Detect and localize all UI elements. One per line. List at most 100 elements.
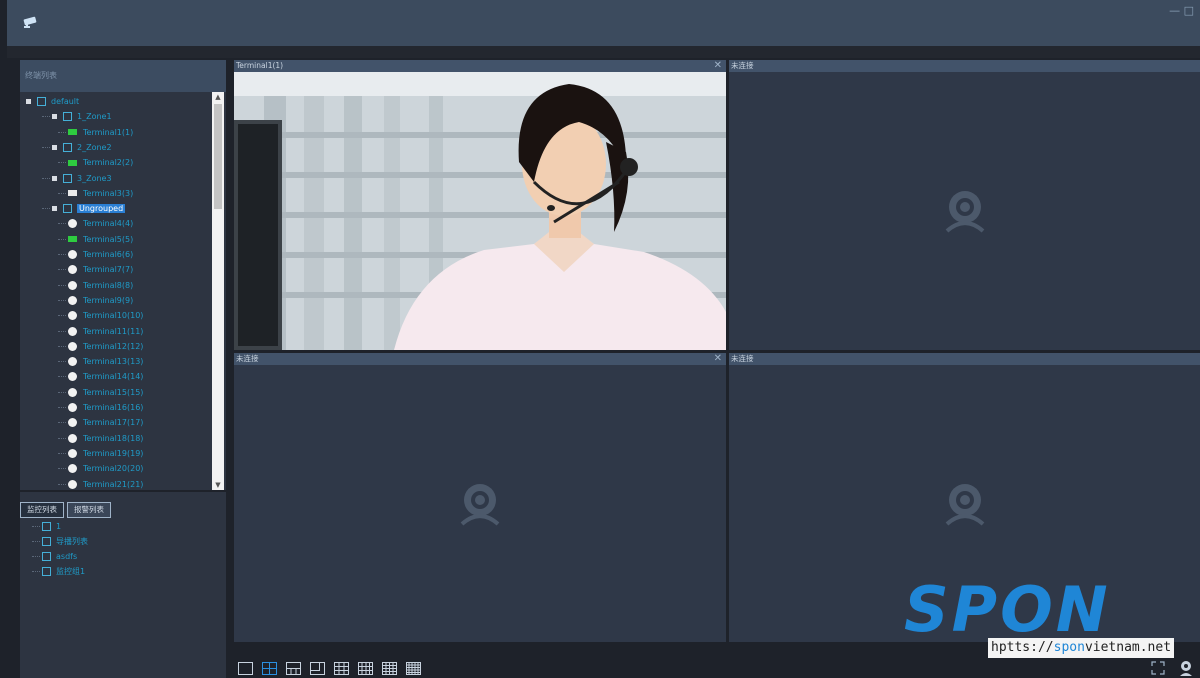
fullscreen-icon[interactable] [1150,660,1166,676]
scroll-up-icon[interactable]: ▲ [212,92,224,102]
layout-1x1-icon[interactable] [238,662,253,675]
tree-connector [58,345,66,347]
monitor-group-item[interactable]: 1 [32,520,88,535]
tree-terminal[interactable]: Terminal10(10) [58,309,143,323]
video-frame-image [234,72,726,350]
tree-connector [58,468,66,470]
tree-terminal[interactable]: Terminal16(16) [58,401,143,415]
offline-terminal-icon [68,433,77,443]
tab-monitor-list[interactable]: 监控列表 [20,502,64,518]
expand-toggle-icon[interactable] [26,99,31,104]
expand-toggle-icon[interactable] [52,175,57,181]
layout-1-plus-3-icon[interactable] [286,662,301,675]
tree-terminal[interactable]: Terminal4(4) [58,217,133,231]
close-icon[interactable]: ✕ [714,60,722,72]
tree-connector [32,556,40,557]
tree-label: Terminal15(15) [83,387,144,397]
scroll-thumb[interactable] [214,104,222,209]
pane-title: 未连接 [236,354,259,363]
scroll-down-icon[interactable]: ▼ [212,480,224,490]
tree-connector [32,526,40,527]
tree-label: Terminal20(20) [83,464,144,474]
layout-1-plus-5-icon[interactable] [310,662,325,675]
tree-connector [42,146,50,148]
tree-terminal[interactable]: Terminal5(5) [58,233,133,247]
expand-toggle-icon[interactable] [52,206,57,212]
offline-terminal-icon [68,448,77,458]
tree-terminal[interactable]: Terminal15(15) [58,386,143,400]
tree-group[interactable]: default [26,95,79,109]
tree-terminal[interactable]: Terminal8(8) [58,279,133,293]
tree-group[interactable]: 3_Zone3 [42,172,112,186]
video-pane-1[interactable]: Terminal1(1) ✕ [234,60,726,350]
offline-terminal-icon [68,479,77,489]
folder-icon [37,97,46,106]
window-controls[interactable]: — □ [1169,4,1194,17]
group-label: asdfs [56,552,78,561]
tree-label: Terminal21(21) [83,479,144,489]
folder-icon [42,552,51,561]
offline-terminal-icon [68,341,77,351]
folder-icon [63,142,72,152]
tree-terminal[interactable]: Terminal18(18) [58,432,143,446]
offline-terminal-icon [68,250,77,259]
tree-group[interactable]: Ungrouped [42,202,126,216]
folder-icon [63,204,72,214]
tree-terminal[interactable]: Terminal2(2) [58,156,133,170]
tree-terminal[interactable]: Terminal12(12) [58,340,143,354]
tree-terminal[interactable]: Terminal17(17) [58,416,143,430]
offline-terminal-icon [68,280,77,290]
tree-terminal[interactable]: Terminal20(20) [58,462,143,476]
pane-title: 未连接 [731,61,754,70]
tree-label: Terminal12(12) [83,341,144,351]
tree-scrollbar[interactable]: ▲ ▼ [212,92,224,490]
tree-terminal[interactable]: Terminal6(6) [58,248,133,262]
monitor-group-item[interactable]: 监控组1 [32,565,88,580]
offline-terminal-icon [68,418,77,428]
layout-5x5-icon[interactable] [406,662,421,675]
monitor-group-item[interactable]: asdfs [32,550,88,565]
tree-group[interactable]: 2_Zone2 [42,141,112,155]
layout-1-plus-12-icon[interactable] [358,662,373,675]
layout-2x2-icon[interactable] [262,662,277,675]
user-icon[interactable] [1178,660,1194,676]
camera-icon [68,190,77,197]
tree-terminal[interactable]: Terminal3(3) [58,187,133,201]
camera-icon [68,159,77,166]
pane-title: Terminal1(1) [236,61,284,70]
camera-placeholder-icon [460,483,500,526]
tree-connector [32,541,40,542]
video-pane-2[interactable]: 未连接 [729,60,1200,350]
tree-terminal[interactable]: Terminal7(7) [58,263,133,277]
tree-connector [58,269,66,271]
url-prefix: hptts:// [991,640,1054,655]
tree-terminal[interactable]: Terminal21(21) [58,478,143,491]
tree-terminal[interactable]: Terminal9(9) [58,294,133,308]
tree-label: 2_Zone2 [77,142,112,152]
tree-connector [42,116,50,118]
tree-terminal[interactable]: Terminal19(19) [58,447,143,461]
tree-connector [32,571,40,572]
camera-placeholder-icon [945,483,984,526]
tab-alarm-list[interactable]: 报警列表 [67,502,111,518]
tree-label: Terminal6(6) [83,250,134,259]
expand-toggle-icon[interactable] [52,144,57,150]
expand-toggle-icon[interactable] [52,114,57,120]
layout-3x3-icon[interactable] [334,662,349,675]
folder-icon [63,173,72,183]
tree-terminal[interactable]: Terminal13(13) [58,355,143,369]
tree-terminal[interactable]: Terminal14(14) [58,370,143,384]
monitor-group-item[interactable]: 导播列表 [32,535,88,550]
tree-terminal[interactable]: Terminal11(11) [58,325,143,339]
video-pane-3[interactable]: 未连接 ✕ [234,353,726,642]
tree-connector [58,192,66,194]
tree-label: Terminal19(19) [83,448,144,458]
layout-4x4-icon[interactable] [382,662,397,675]
close-icon[interactable]: ✕ [714,353,722,365]
tree-terminal[interactable]: Terminal1(1) [58,126,133,140]
folder-icon [42,522,51,531]
camera-placeholder-icon [945,191,984,233]
tree-label: Terminal10(10) [83,311,144,321]
group-label: 1 [56,522,62,531]
tree-group[interactable]: 1_Zone1 [42,110,112,124]
